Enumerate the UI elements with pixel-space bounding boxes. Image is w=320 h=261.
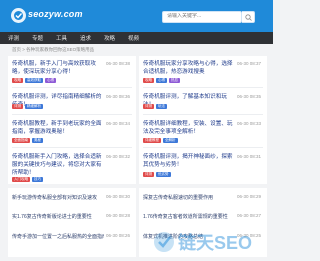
nav-item-4[interactable]: 攻略	[104, 34, 115, 42]
logo-text: seozyw.com	[28, 9, 83, 19]
search-icon	[245, 14, 252, 21]
list-date: 06-30 08:26	[106, 233, 131, 238]
tag[interactable]: 奥秘	[32, 138, 43, 143]
card-tags: 评测 精细解析	[12, 104, 45, 109]
card-date: 06-30 08:37	[237, 61, 262, 66]
site-header: seozyw.com	[0, 0, 273, 32]
list-item[interactable]: 1.76传奇复古客者效道所需规的重要性	[143, 213, 235, 220]
divider	[12, 114, 132, 115]
list-date: 06-30 08:28	[106, 213, 131, 218]
tag[interactable]: 攻略	[143, 78, 154, 83]
left-list-panel: 新手玩游传奇私服全部有对知识及速攻 06-30 08:30 实1.76复古传奇新…	[8, 188, 136, 257]
tag[interactable]: 优劣势	[156, 172, 171, 177]
divider	[143, 114, 263, 115]
tag[interactable]: 全解析	[163, 138, 178, 143]
tag[interactable]: 攻略	[12, 78, 23, 83]
left-card-panel: 传奇机服，新手入门与高效获取攻略，使深玩家分享心得！ 06-30 08:38 攻…	[8, 56, 136, 184]
card-title[interactable]: 传奇机服评测，揭开神秘面纱，探索其优势与劣势！	[143, 153, 235, 169]
list-item[interactable]: 传奇手游加一位置一之后私服热的全面指南	[12, 233, 104, 240]
nav-item-2[interactable]: 工具	[56, 34, 67, 42]
card-tags: 全面指南 奥秘	[12, 138, 45, 143]
nav-item-3[interactable]: 追求	[80, 34, 91, 42]
tag[interactable]: 玩法	[156, 104, 167, 109]
card-date: 06-30 08:32	[106, 154, 131, 159]
nav-item-0[interactable]: 评测	[8, 34, 19, 42]
card-title[interactable]: 传奇机服详细教程，安装、设置、玩法及完全事项全解析！	[143, 120, 235, 136]
card-date: 06-30 08:38	[106, 61, 131, 66]
watermark: 链天SEO	[152, 228, 270, 261]
card-tags: 评测 玩法	[143, 104, 169, 109]
tag[interactable]: 心得	[156, 78, 167, 83]
watermark-text: 链天SEO	[178, 232, 252, 253]
list-date: 06-30 08:29	[237, 194, 262, 199]
site-logo[interactable]: seozyw.com	[10, 6, 82, 26]
card-tags: 详细教程 全解析	[143, 138, 180, 143]
tag[interactable]: 心得	[45, 78, 56, 83]
tag[interactable]: 评测	[12, 104, 23, 109]
card-tags: 评测 优劣势	[143, 172, 173, 177]
card-tags: 攻略 心得 热恋	[143, 78, 182, 83]
card-tags: 入门攻略 技巧	[12, 177, 45, 182]
search-input[interactable]	[167, 13, 227, 19]
nav-item-5[interactable]: 视频	[128, 34, 139, 42]
tag[interactable]: 技巧	[32, 177, 43, 182]
card-date: 06-30 08:36	[106, 94, 131, 99]
breadcrumb[interactable]: 首页 > 各种玩家教你回你这SEO策略用品	[12, 47, 94, 53]
card-tags: 攻略 高效获取 心得	[12, 78, 58, 83]
divider	[143, 87, 263, 88]
card-title[interactable]: 传奇机服教程，新手到老玩家的全面指南，掌握游戏奥秘！	[12, 120, 104, 136]
divider	[12, 147, 132, 148]
tag[interactable]: 详细教程	[143, 138, 161, 143]
list-date: 06-30 08:30	[106, 194, 131, 199]
nav-item-1[interactable]: 专题	[32, 34, 43, 42]
main-nav: 评测 专题 工具 追求 攻略 视频	[0, 32, 273, 44]
tag[interactable]: 精细解析	[25, 104, 43, 109]
card-date: 06-30 08:34	[106, 121, 131, 126]
list-date: 06-30 08:27	[237, 213, 262, 218]
card-title[interactable]: 传奇机服玩家分享攻略与心得，选择合适机服，热恋游戏搜奥	[143, 60, 235, 76]
right-card-panel: 传奇机服玩家分享攻略与心得，选择合适机服，热恋游戏搜奥 06-30 08:37 …	[139, 56, 267, 184]
divider	[143, 147, 263, 148]
tag[interactable]: 评测	[143, 172, 154, 177]
tag[interactable]: 高效获取	[25, 78, 43, 83]
list-item[interactable]: 新手玩游传奇私服全部有对知识及速攻	[12, 194, 104, 201]
card-date: 06-30 08:35	[237, 94, 262, 99]
tag[interactable]: 评测	[143, 104, 154, 109]
logo-mark-icon	[11, 8, 26, 23]
card-date: 06-30 08:33	[237, 121, 262, 126]
card-title[interactable]: 传奇机服，新手入门与高效获取攻略，使深玩家分享心得！	[12, 60, 104, 76]
list-item[interactable]: 探复古传奇私服速切的重要作用	[143, 194, 235, 201]
tag[interactable]: 热恋	[169, 78, 180, 83]
divider	[12, 87, 132, 88]
watermark-icon: 链天SEO	[154, 232, 252, 253]
search-box[interactable]	[162, 11, 242, 23]
card-title[interactable]: 传奇机服新手入门攻略，选择合适新服的关键技巧与建议，将您对大家有所帮助！	[12, 153, 104, 177]
tag[interactable]: 入门攻略	[12, 177, 30, 182]
search-button[interactable]	[242, 11, 255, 23]
card-date: 06-30 08:31	[237, 154, 262, 159]
list-item[interactable]: 实1.76复古传奇新版论进士的重要性	[12, 213, 104, 220]
tag[interactable]: 全面指南	[12, 138, 30, 143]
